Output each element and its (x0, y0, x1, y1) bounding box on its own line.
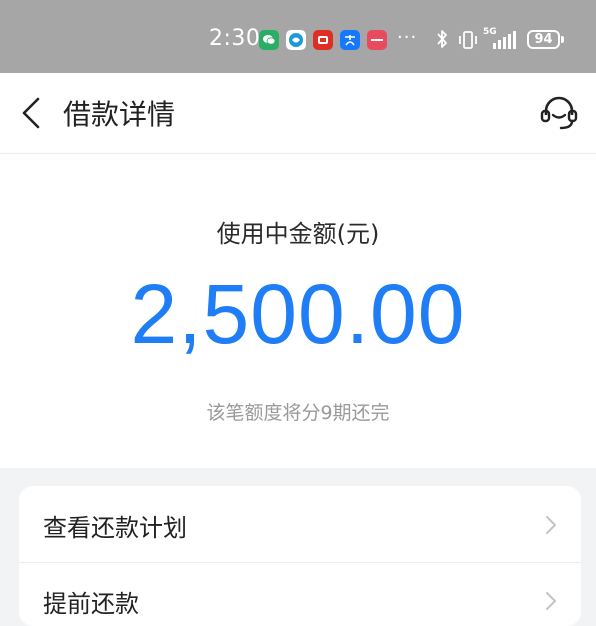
huawei-icon (367, 30, 387, 50)
installment-note: 该笔额度将分9期还完 (206, 402, 390, 424)
menu-card: 查看还款计划 提前还款 (19, 486, 581, 626)
amount-label: 使用中金额(元) (216, 220, 380, 248)
vibrate-icon (459, 31, 477, 49)
amount-value: 2,500.00 (130, 267, 466, 361)
status-time: 2:30 (209, 26, 261, 51)
menu-item-label: 查看还款计划 (43, 514, 187, 542)
page-title: 借款详情 (63, 98, 176, 131)
signal-icon (493, 31, 516, 49)
browser-icon (286, 30, 306, 50)
bluetooth-icon (437, 30, 447, 48)
early-repayment-item[interactable]: 提前还款 (19, 562, 581, 626)
back-arrow-icon[interactable] (18, 95, 46, 131)
chevron-right-icon (546, 516, 556, 534)
alipay-icon (340, 30, 360, 50)
chevron-right-icon (546, 592, 556, 610)
status-bar: 2:30 ··· 5G 94 (0, 0, 596, 73)
nav-bar: 借款详情 (0, 73, 596, 154)
wechat-icon (259, 30, 279, 50)
more-notifications-indicator: ··· (397, 27, 418, 48)
view-repayment-plan-item[interactable]: 查看还款计划 (19, 486, 581, 563)
amount-card: 使用中金额(元) 2,500.00 该笔额度将分9期还完 (0, 154, 596, 468)
menu-item-label: 提前还款 (43, 590, 139, 618)
battery-icon: 94 (527, 30, 560, 49)
customer-service-icon[interactable] (539, 93, 579, 133)
battery-tip (561, 36, 564, 43)
pinduoduo-icon (313, 30, 333, 50)
